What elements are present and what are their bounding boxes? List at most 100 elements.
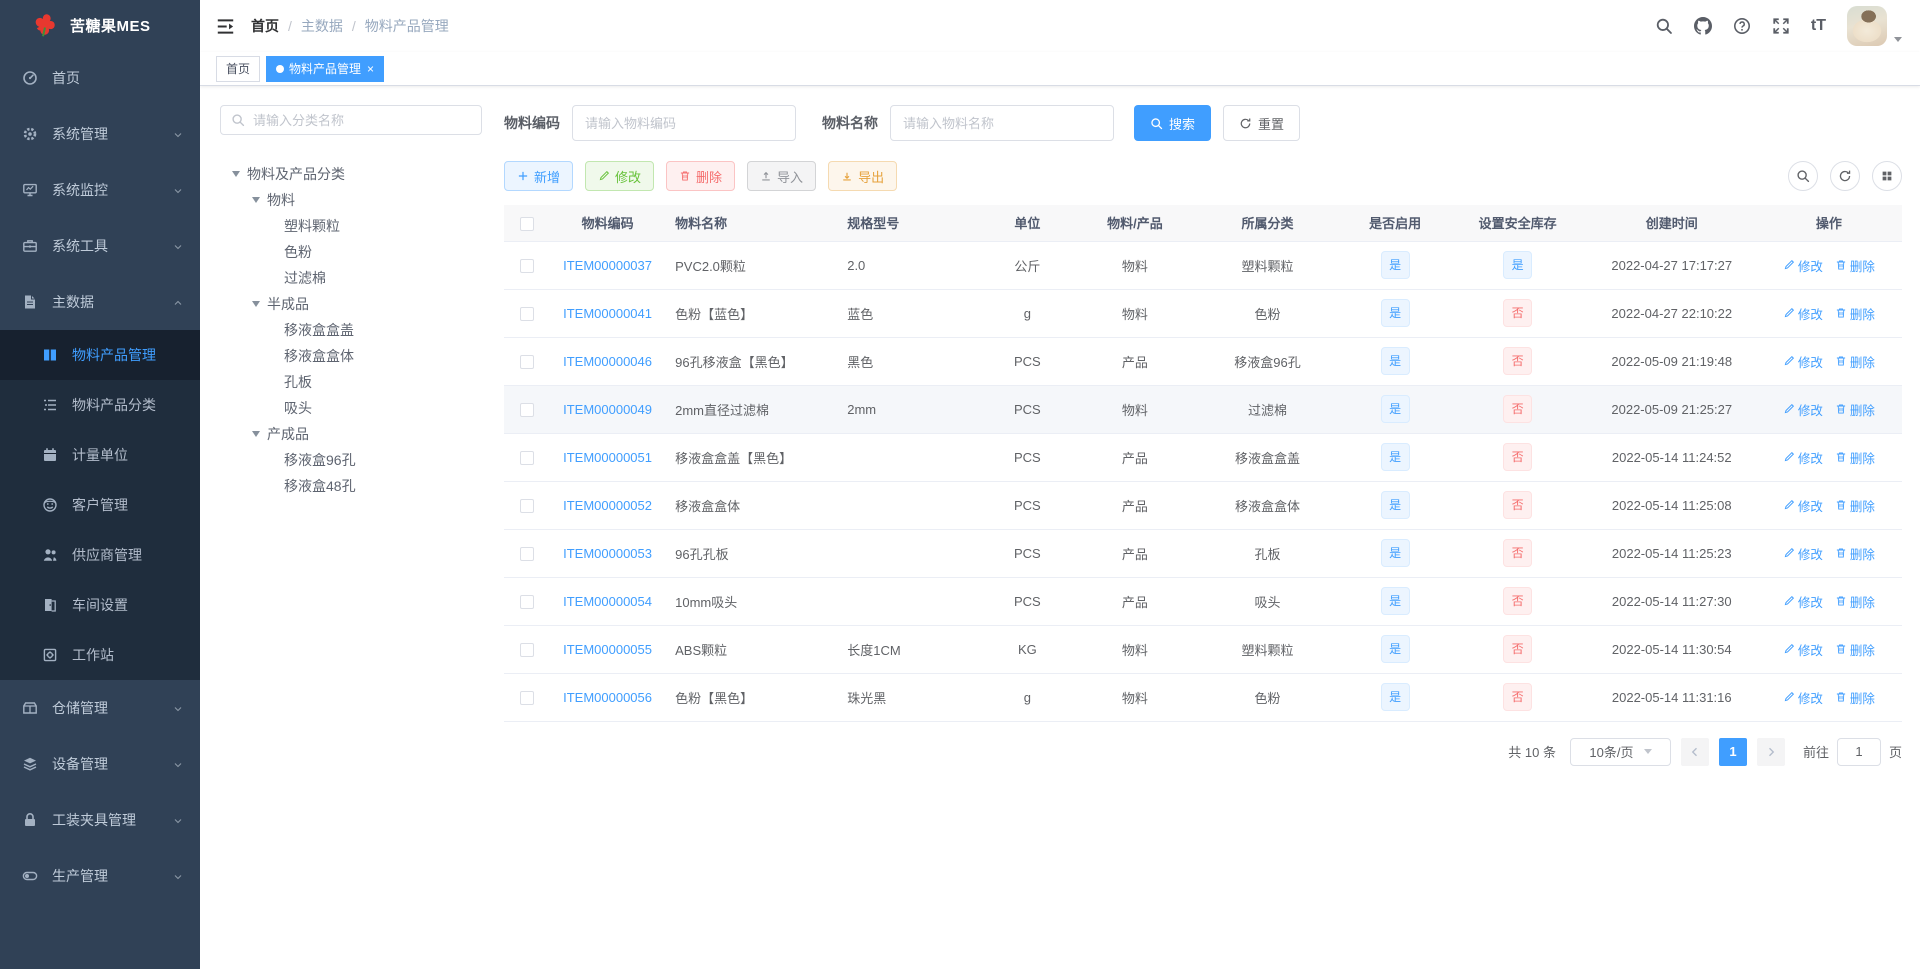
row-checkbox[interactable]	[520, 690, 535, 705]
tree-node[interactable]: 移液盒96孔	[220, 447, 482, 473]
material-name-input[interactable]	[890, 105, 1114, 141]
sidebar-item-supplier-management[interactable]: 供应商管理	[0, 530, 200, 580]
delete-row-link[interactable]: 删除	[1835, 304, 1875, 323]
row-checkbox[interactable]	[520, 546, 535, 561]
sidebar-item-material-product-category[interactable]: 物料产品分类	[0, 380, 200, 430]
material-code-input[interactable]	[572, 105, 796, 141]
edit-row-link[interactable]: 修改	[1783, 304, 1823, 323]
row-checkbox[interactable]	[520, 354, 535, 369]
delete-row-link[interactable]: 删除	[1835, 640, 1875, 659]
tree-node[interactable]: 色粉	[220, 239, 482, 265]
delete-row-link[interactable]: 删除	[1835, 688, 1875, 707]
page-number-current[interactable]: 1	[1718, 737, 1747, 766]
edit-button[interactable]: 修改	[585, 161, 655, 191]
edit-row-link[interactable]: 修改	[1783, 688, 1823, 707]
add-button[interactable]: 新增	[504, 161, 574, 191]
avatar[interactable]	[1847, 6, 1887, 46]
prev-page-button[interactable]	[1680, 737, 1709, 766]
edit-row-link[interactable]: 修改	[1783, 448, 1823, 467]
tree-node[interactable]: 塑料颗粒	[220, 213, 482, 239]
export-button[interactable]: 导出	[828, 161, 898, 191]
edit-row-link[interactable]: 修改	[1783, 592, 1823, 611]
breadcrumb-home[interactable]: 首页	[251, 16, 279, 36]
delete-row-link[interactable]: 删除	[1835, 256, 1875, 275]
delete-row-link[interactable]: 删除	[1835, 400, 1875, 419]
refresh-button[interactable]	[1830, 161, 1860, 191]
tree-search-input[interactable]	[253, 112, 471, 128]
tree-node[interactable]: 半成品	[220, 291, 482, 317]
material-code-link[interactable]: ITEM00000055	[563, 642, 652, 657]
goto-page-input[interactable]	[1836, 737, 1881, 766]
edit-row-link[interactable]: 修改	[1783, 400, 1823, 419]
github-icon[interactable]	[1693, 17, 1712, 35]
tab-home[interactable]: 首页	[216, 55, 261, 82]
breadcrumb-master-data[interactable]: 主数据	[301, 16, 343, 36]
tree-node[interactable]: 孔板	[220, 369, 482, 395]
material-code-link[interactable]: ITEM00000053	[563, 546, 652, 561]
tree-node[interactable]: 吸头	[220, 395, 482, 421]
row-checkbox[interactable]	[520, 498, 535, 513]
tree-node[interactable]: 过滤棉	[220, 265, 482, 291]
material-code-link[interactable]: ITEM00000037	[563, 258, 652, 273]
row-checkbox[interactable]	[520, 258, 535, 273]
sidebar-item-master-data[interactable]: 主数据	[0, 274, 200, 330]
row-checkbox[interactable]	[520, 450, 535, 465]
sidebar-item-customer-management[interactable]: 客户管理	[0, 480, 200, 530]
row-checkbox[interactable]	[520, 642, 535, 657]
font-size-icon[interactable]: tT	[1811, 18, 1826, 34]
row-checkbox[interactable]	[520, 306, 535, 321]
tree-node[interactable]: 物料及产品分类	[220, 161, 482, 187]
select-all-checkbox[interactable]	[520, 216, 535, 231]
import-button[interactable]: 导入	[747, 161, 817, 191]
search-button[interactable]: 搜索	[1134, 105, 1212, 141]
tree-node[interactable]: 移液盒盒体	[220, 343, 482, 369]
sidebar-item-tooling-fixture-management[interactable]: 工装夹具管理	[0, 792, 200, 848]
app-logo[interactable]: 苦糖果MES	[0, 0, 200, 50]
user-menu[interactable]	[1847, 6, 1902, 46]
sidebar-item-workstation[interactable]: 工作站	[0, 630, 200, 680]
edit-row-link[interactable]: 修改	[1783, 496, 1823, 515]
edit-row-link[interactable]: 修改	[1783, 352, 1823, 371]
edit-row-link[interactable]: 修改	[1783, 640, 1823, 659]
material-code-link[interactable]: ITEM00000056	[563, 690, 652, 705]
column-settings-button[interactable]	[1872, 161, 1902, 191]
material-code-link[interactable]: ITEM00000046	[563, 354, 652, 369]
material-code-link[interactable]: ITEM00000049	[563, 402, 652, 417]
delete-row-link[interactable]: 删除	[1835, 592, 1875, 611]
material-code-link[interactable]: ITEM00000054	[563, 594, 652, 609]
sidebar-item-measure-unit[interactable]: 计量单位	[0, 430, 200, 480]
sidebar-toggle-icon[interactable]	[216, 17, 235, 36]
page-size-select[interactable]: 10条/页	[1569, 737, 1671, 766]
tree-node[interactable]: 移液盒48孔	[220, 473, 482, 499]
sidebar-item-system-tools[interactable]: 系统工具	[0, 218, 200, 274]
sidebar-item-equipment-management[interactable]: 设备管理	[0, 736, 200, 792]
tree-node[interactable]: 移液盒盒盖	[220, 317, 482, 343]
row-checkbox[interactable]	[520, 402, 535, 417]
material-code-link[interactable]: ITEM00000041	[563, 306, 652, 321]
delete-button[interactable]: 删除	[666, 161, 736, 191]
tree-node[interactable]: 产成品	[220, 421, 482, 447]
delete-row-link[interactable]: 删除	[1835, 352, 1875, 371]
sidebar-item-warehouse-management[interactable]: 仓储管理	[0, 680, 200, 736]
sidebar-item-production-management[interactable]: 生产管理	[0, 848, 200, 904]
row-checkbox[interactable]	[520, 594, 535, 609]
tree-node[interactable]: 物料	[220, 187, 482, 213]
next-page-button[interactable]	[1756, 737, 1785, 766]
edit-row-link[interactable]: 修改	[1783, 256, 1823, 275]
sidebar-item-material-product-management[interactable]: 物料产品管理	[0, 330, 200, 380]
edit-row-link[interactable]: 修改	[1783, 544, 1823, 563]
tab-material-product-management[interactable]: 物料产品管理 ×	[266, 55, 385, 82]
sidebar-item-system-management[interactable]: 系统管理	[0, 106, 200, 162]
delete-row-link[interactable]: 删除	[1835, 496, 1875, 515]
fullscreen-icon[interactable]	[1772, 17, 1790, 35]
show-search-button[interactable]	[1788, 161, 1818, 191]
delete-row-link[interactable]: 删除	[1835, 544, 1875, 563]
search-icon[interactable]	[1655, 17, 1673, 35]
close-icon[interactable]: ×	[367, 63, 374, 75]
reset-button[interactable]: 重置	[1223, 105, 1301, 141]
help-icon[interactable]	[1733, 17, 1751, 35]
delete-row-link[interactable]: 删除	[1835, 448, 1875, 467]
material-code-link[interactable]: ITEM00000051	[563, 450, 652, 465]
sidebar-item-home[interactable]: 首页	[0, 50, 200, 106]
material-code-link[interactable]: ITEM00000052	[563, 498, 652, 513]
